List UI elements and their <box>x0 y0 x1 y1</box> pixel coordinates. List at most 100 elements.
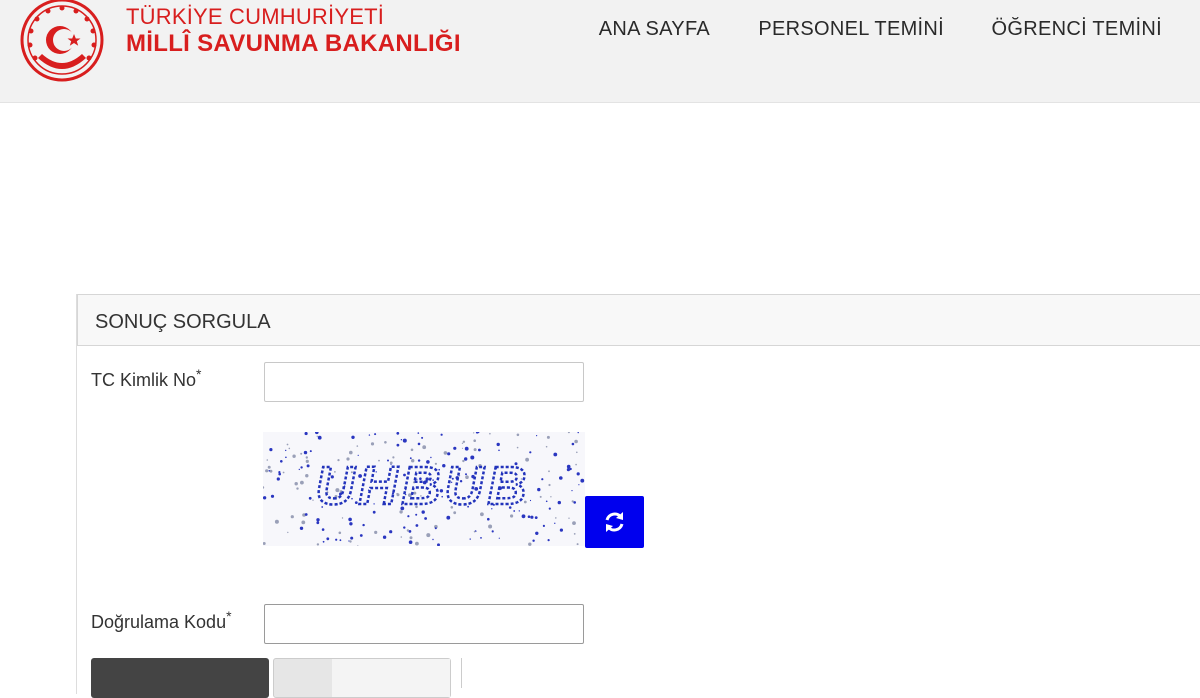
verification-code-input[interactable] <box>264 604 584 644</box>
captcha-noise-dot <box>553 452 558 457</box>
nav-item-ana-sayfa[interactable]: ANA SAYFA <box>599 18 710 41</box>
captcha-noise-dot <box>304 513 308 516</box>
captcha-noise-dot <box>276 477 280 481</box>
captcha-noise-dot <box>396 432 400 435</box>
captcha-noise-dot <box>447 452 451 456</box>
tc-kimlik-label-text: TC Kimlik No <box>91 370 197 390</box>
captcha-noise-dot <box>548 507 551 510</box>
captcha-noise-dot <box>409 536 413 540</box>
clear-button[interactable] <box>273 658 451 698</box>
captcha-noise-dot <box>417 432 420 434</box>
captcha-noise-dot <box>415 541 419 546</box>
captcha-noise-dot <box>300 452 303 455</box>
captcha-noise-dot <box>542 524 545 527</box>
captcha-noise-dot <box>532 539 535 542</box>
captcha-noise-dot <box>537 487 541 492</box>
captcha-noise-dot <box>374 530 378 534</box>
tc-kimlik-input[interactable] <box>264 362 584 402</box>
captcha-noise-dot <box>410 448 414 452</box>
captcha-noise-dot <box>575 463 577 466</box>
verification-code-label-text: Doğrulama Kodu <box>91 612 227 632</box>
captcha-noise-dot <box>356 445 359 447</box>
captcha-noise-dot <box>568 517 570 519</box>
captcha-noise-dot <box>559 476 563 480</box>
captcha-noise-dot <box>269 469 273 473</box>
captcha-noise-dot <box>305 459 309 463</box>
captcha-noise-dot <box>487 517 490 521</box>
result-query-panel: SONUÇ SORGULA TC Kimlik No* UHBUB Doğrul… <box>76 294 1200 698</box>
captcha-noise-dot <box>296 487 299 490</box>
captcha-noise-dot <box>268 470 271 472</box>
captcha-noise-dot <box>282 471 285 474</box>
captcha-noise-dot <box>362 523 365 527</box>
captcha-noise-dot <box>303 450 308 455</box>
captcha-noise-dot <box>541 478 544 481</box>
captcha-noise-dot <box>285 456 287 459</box>
captcha-noise-dot <box>469 538 471 540</box>
captcha-noise-dot <box>266 459 269 461</box>
query-button[interactable] <box>91 658 269 698</box>
captcha-noise-dot <box>453 446 457 450</box>
captcha-noise-dot <box>294 482 298 486</box>
org-line-1: TÜRKİYE CUMHURİYETİ <box>126 4 385 29</box>
captcha-noise-dot <box>440 433 443 436</box>
captcha-noise-dot <box>300 466 303 469</box>
captcha-noise-dot <box>415 524 419 527</box>
captcha-noise-dot <box>309 450 312 453</box>
panel-title: SONUÇ SORGULA <box>95 311 271 333</box>
nav-item-ogrenci-temini[interactable]: ÖĞRENCİ TEMİNİ <box>991 18 1162 41</box>
captcha-noise-dot <box>306 464 310 468</box>
captcha-noise-dot <box>305 456 308 459</box>
captcha-noise-dot <box>270 494 275 498</box>
captcha-noise-dot <box>424 517 427 520</box>
captcha-noise-dot <box>321 528 325 531</box>
captcha-noise-dot <box>288 447 291 450</box>
captcha-noise-dot <box>421 436 424 439</box>
captcha-noise-dot <box>278 472 281 476</box>
captcha-noise-dot <box>566 468 570 472</box>
refresh-icon <box>605 512 624 532</box>
captcha-noise-dot <box>384 441 387 444</box>
captcha-noise-dot <box>555 517 557 519</box>
captcha-noise-dot <box>545 500 548 503</box>
captcha-noise-dot <box>498 449 500 452</box>
divider <box>461 658 462 688</box>
captcha-noise-dot <box>300 480 304 485</box>
captcha-noise-dot <box>406 529 410 532</box>
captcha-noise-dot <box>491 530 494 533</box>
captcha-refresh-button[interactable] <box>585 496 644 548</box>
captcha-noise-dot <box>434 527 437 530</box>
required-marker: * <box>226 608 232 624</box>
captcha-noise-dot <box>539 495 542 498</box>
captcha-noise-dot <box>478 448 481 452</box>
captcha-noise-dot <box>550 496 552 498</box>
captcha-noise-dot <box>516 446 519 449</box>
captcha-noise-dot <box>286 443 289 446</box>
captcha-noise-dot <box>516 433 520 437</box>
captcha-noise-dot <box>274 519 279 524</box>
captcha-noise-dot <box>267 465 271 469</box>
captcha-noise-dot <box>316 518 320 522</box>
captcha-noise-dot <box>322 540 325 543</box>
captcha-text: UHBUB <box>316 456 531 516</box>
captcha-noise-dot <box>316 521 320 525</box>
captcha-noise-dot <box>417 442 421 446</box>
captcha-noise-dot <box>536 435 538 437</box>
ministry-name[interactable]: TÜRKİYE CUMHURİYETİ MİLLÎ SAVUNMA BAKANL… <box>126 6 461 56</box>
captcha-noise-dot <box>489 432 491 435</box>
captcha-noise-dot <box>528 542 532 546</box>
captcha-noise-dot <box>287 531 289 534</box>
captcha-noise-dot <box>308 496 312 500</box>
captcha-noise-dot <box>559 528 563 532</box>
captcha-noise-dot <box>576 543 579 546</box>
required-marker: * <box>196 366 202 382</box>
captcha-noise-dot <box>462 440 466 443</box>
captcha-noise-dot <box>278 471 281 474</box>
nav-item-personel-temini[interactable]: PERSONEL TEMİNİ <box>758 18 944 41</box>
captcha-noise-dot <box>546 435 550 439</box>
ministry-emblem-icon[interactable] <box>10 0 116 86</box>
captcha-noise-dot <box>298 468 300 471</box>
captcha-noise-dot <box>403 526 406 529</box>
captcha-noise-dot <box>263 496 267 500</box>
captcha-noise-dot <box>572 521 576 525</box>
